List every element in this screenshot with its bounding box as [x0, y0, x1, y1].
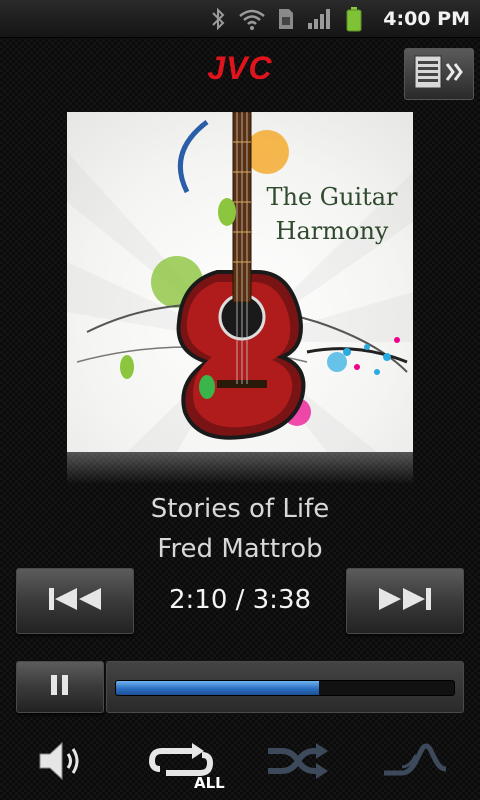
repeat-button[interactable]: ALL	[136, 730, 226, 796]
status-time: 4:00 PM	[383, 7, 470, 30]
time-display: 2:10 / 3:38	[168, 585, 312, 615]
progress-bar[interactable]	[106, 661, 464, 713]
track-title: Stories of Life	[150, 494, 330, 524]
shuffle-icon	[264, 739, 330, 787]
signal-icon	[305, 4, 335, 34]
bottom-controls: ALL	[0, 730, 480, 800]
equalizer-button[interactable]	[370, 730, 460, 796]
shuffle-button[interactable]	[252, 730, 342, 796]
progress-fill	[116, 681, 319, 695]
playlist-icon	[411, 52, 467, 96]
app-header: JVC	[0, 38, 480, 108]
volume-icon	[36, 739, 86, 787]
album-art: The Guitar Harmony	[67, 112, 413, 452]
skip-next-icon	[377, 586, 433, 616]
pause-icon	[49, 674, 71, 700]
album-art-illustration	[67, 112, 413, 452]
repeat-mode-label: ALL	[194, 774, 225, 792]
sim-icon	[271, 4, 301, 34]
status-bar: 4:00 PM	[0, 0, 480, 38]
playlist-button[interactable]	[404, 48, 474, 100]
next-track-button[interactable]	[346, 568, 464, 634]
equalizer-icon	[380, 739, 450, 787]
battery-icon	[339, 4, 369, 34]
wifi-icon	[237, 4, 267, 34]
progress-groove	[115, 680, 455, 696]
album-title: The Guitar Harmony	[266, 183, 398, 245]
pause-button[interactable]	[16, 661, 104, 713]
track-artist: Fred Mattrob	[157, 534, 323, 564]
skip-previous-icon	[47, 586, 103, 616]
bluetooth-icon	[203, 4, 233, 34]
volume-button[interactable]	[16, 730, 106, 796]
previous-track-button[interactable]	[16, 568, 134, 634]
album-reflection	[67, 452, 413, 484]
